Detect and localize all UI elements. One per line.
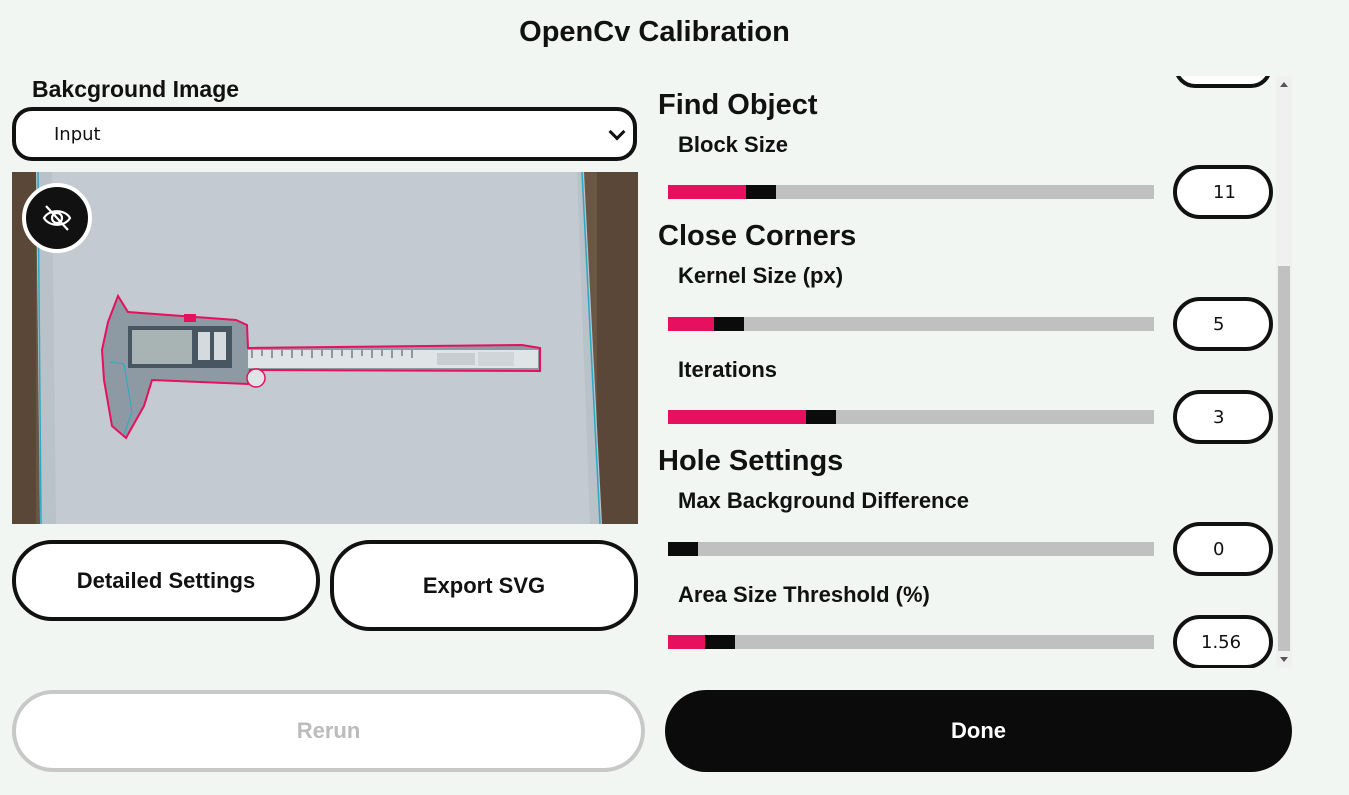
scrollbar-thumb[interactable] (1278, 266, 1290, 651)
section-title-hole-settings: Hole Settings (658, 445, 844, 477)
number-input-partial[interactable] (1174, 76, 1272, 88)
area-size-threshold-value: 1.56 (1201, 631, 1242, 653)
iterations-value: 3 (1213, 406, 1225, 428)
max-background-difference-slider[interactable] (668, 542, 1154, 556)
block-size-label: Block Size (678, 132, 789, 157)
settings-scrollbar[interactable] (1276, 76, 1292, 668)
kernel-size-input[interactable]: 5 (1173, 297, 1273, 351)
background-image-selected: Input (54, 123, 101, 145)
block-size-value: 11 (1213, 181, 1236, 203)
scroll-up-arrow-icon[interactable] (1280, 82, 1288, 87)
caliper-photo (12, 172, 638, 524)
kernel-size-label: Kernel Size (px) (678, 263, 844, 288)
background-image-label: Bakcground Image (32, 76, 240, 102)
section-title-close-corners: Close Corners (658, 220, 857, 252)
area-size-threshold-slider[interactable] (668, 635, 1154, 649)
background-image-select[interactable]: Input (12, 107, 637, 161)
max-background-difference-label: Max Background Difference (678, 488, 969, 513)
toggle-overlay-button[interactable] (22, 183, 92, 253)
max-background-difference-input[interactable]: 0 (1173, 522, 1273, 576)
slider-thumb[interactable] (746, 185, 776, 199)
iterations-label: Iterations (678, 357, 778, 382)
slider-thumb[interactable] (806, 410, 836, 424)
eye-off-icon (42, 205, 72, 231)
slider-fill (668, 317, 714, 331)
iterations-input[interactable]: 3 (1173, 390, 1273, 444)
kernel-size-slider[interactable] (668, 317, 1154, 331)
scroll-down-arrow-icon[interactable] (1280, 657, 1288, 662)
slider-fill (668, 410, 806, 424)
block-size-slider[interactable] (668, 185, 1154, 199)
detailed-settings-button[interactable]: Detailed Settings (12, 540, 320, 621)
max-background-difference-value: 0 (1213, 538, 1225, 560)
slider-thumb[interactable] (705, 635, 735, 649)
area-size-threshold-label: Area Size Threshold (%) (678, 582, 930, 607)
export-svg-button[interactable]: Export SVG (330, 540, 638, 631)
page-title: OpenCv Calibration (519, 16, 790, 48)
slider-thumb[interactable] (668, 542, 698, 556)
slider-thumb[interactable] (714, 317, 744, 331)
block-size-input[interactable]: 11 (1173, 165, 1273, 219)
slider-fill (668, 635, 705, 649)
area-size-threshold-input[interactable]: 1.56 (1173, 615, 1273, 668)
settings-panel[interactable]: Find Object Block Size 11 Close Corners … (652, 76, 1292, 668)
kernel-size-value: 5 (1213, 313, 1225, 335)
calibration-preview-image (12, 172, 638, 524)
section-title-find-object: Find Object (658, 89, 818, 121)
done-button[interactable]: Done (665, 690, 1292, 772)
rerun-button[interactable]: Rerun (12, 690, 645, 772)
slider-fill (668, 185, 746, 199)
iterations-slider[interactable] (668, 410, 1154, 424)
chevron-down-icon (608, 123, 626, 141)
